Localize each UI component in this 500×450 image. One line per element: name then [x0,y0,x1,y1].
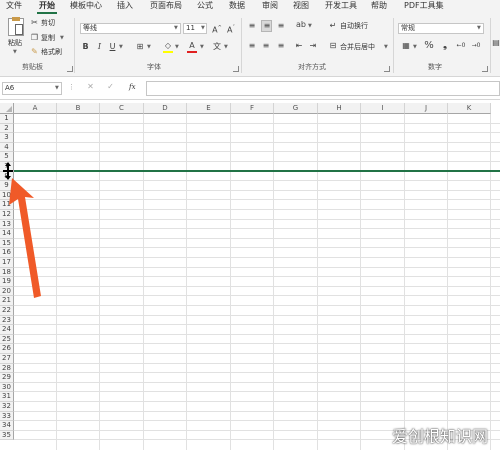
annotation-arrow-icon [9,178,41,298]
watermark: 爱创根知识网 [391,427,488,446]
